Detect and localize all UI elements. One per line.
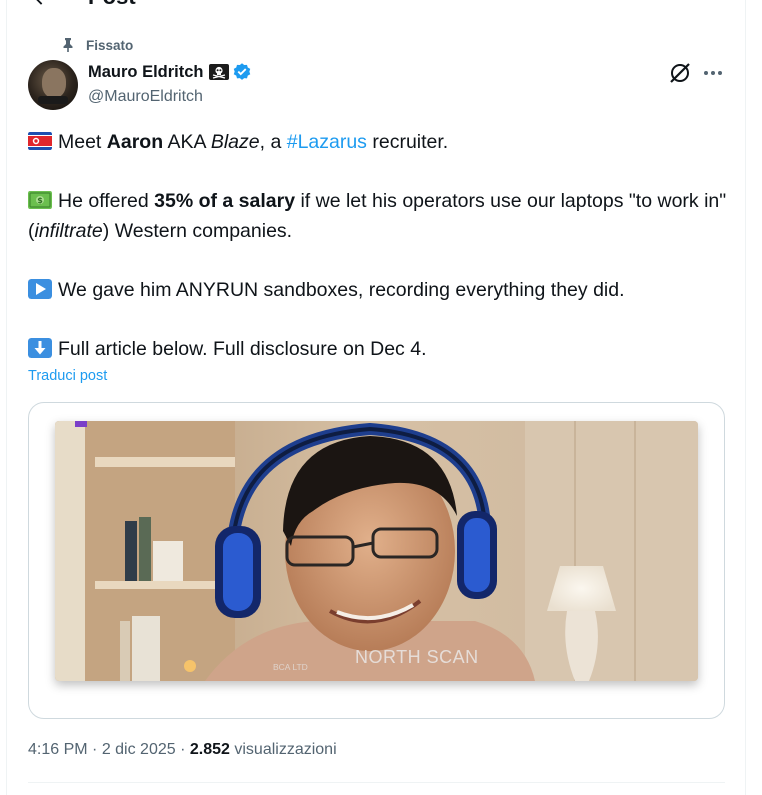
divider bbox=[28, 782, 725, 783]
views-count: 2.852 bbox=[189, 741, 230, 758]
svg-text:$: $ bbox=[37, 196, 43, 205]
author-name-row[interactable]: Mauro Eldritch bbox=[88, 62, 252, 82]
back-arrow-icon[interactable] bbox=[30, 0, 52, 8]
video-thumbnail[interactable]: NORTH SCAN BCA LTD bbox=[55, 421, 698, 681]
down-arrow-icon bbox=[28, 337, 52, 358]
translate-post-link[interactable]: Traduci post bbox=[28, 368, 107, 384]
post-time[interactable]: 4:16 PM bbox=[28, 741, 88, 758]
page-title: Post bbox=[88, 0, 136, 10]
tweet-line-2: $ He offered 35% of a salary if we let hi… bbox=[28, 190, 727, 242]
avatar[interactable] bbox=[28, 60, 78, 110]
dollar-banknote-icon: $ bbox=[28, 191, 52, 209]
video-watermark-sub: BCA LTD bbox=[273, 662, 308, 672]
hashtag-link[interactable]: #Lazarus bbox=[287, 131, 367, 153]
pin-icon bbox=[63, 38, 73, 52]
tweet-line-3: We gave him ANYRUN sandboxes, recording … bbox=[28, 276, 728, 306]
tweet-line-1: Meet Aaron AKA Blaze, a #Lazarus recruit… bbox=[28, 128, 728, 158]
post-date[interactable]: 2 dic 2025 bbox=[102, 741, 176, 758]
play-button-icon bbox=[28, 278, 52, 299]
author-handle[interactable]: @MauroEldritch bbox=[88, 88, 203, 106]
tweet-line-4: Full article below. Full disclosure on D… bbox=[28, 335, 728, 365]
tweet-body: Meet Aaron AKA Blaze, a #Lazarus recruit… bbox=[28, 128, 728, 364]
north-korea-flag-icon bbox=[28, 132, 52, 150]
views-label: visualizzazioni bbox=[229, 741, 337, 758]
post-metadata: 4:16 PM · 2 dic 2025 · 2.852 visualizzaz… bbox=[28, 741, 337, 758]
verified-badge-icon[interactable] bbox=[232, 62, 252, 82]
pirate-flag-icon bbox=[208, 64, 229, 80]
grok-icon[interactable] bbox=[668, 61, 692, 85]
author-display-name[interactable]: Mauro Eldritch bbox=[88, 63, 204, 82]
pinned-indicator: Fissato bbox=[60, 37, 133, 53]
video-watermark: NORTH SCAN bbox=[355, 647, 479, 667]
pinned-label: Fissato bbox=[86, 37, 134, 53]
more-options-icon[interactable] bbox=[702, 62, 724, 84]
